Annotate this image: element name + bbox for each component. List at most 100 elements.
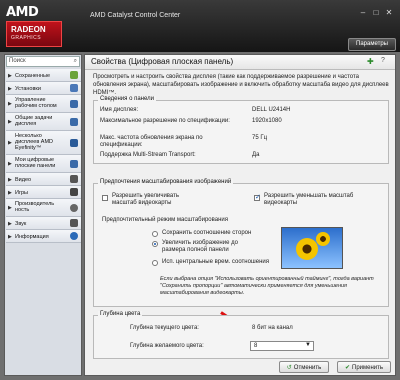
- radio-label: Сохранить соотношение сторон: [162, 230, 252, 236]
- info-value: 75 Гц: [252, 135, 268, 141]
- check-icon: ✔: [344, 365, 350, 371]
- expand-arrow-icon: ▶: [8, 161, 12, 167]
- expand-arrow-icon: ▶: [8, 73, 12, 79]
- scaling-group: Предпочтения масштабирования изображений…: [93, 179, 389, 307]
- title-bar: AMD RADEON GRAPHICS AMD Catalyst Control…: [0, 0, 400, 52]
- group-title: Глубина цвета: [98, 311, 143, 317]
- content-panel: Свойства (Цифровая плоская панель) ✚ ? П…: [84, 54, 396, 376]
- monitor-icon: [70, 160, 78, 168]
- full-panel-radio[interactable]: [152, 241, 158, 247]
- sidebar-item-label: Несколько дисплеев AMD Eyefinity™: [15, 133, 54, 151]
- sidebar-item-installs[interactable]: ▶ Установки: [6, 82, 81, 95]
- install-icon: [70, 84, 78, 92]
- scaling-note: Если выбрана опция "Использовать ориенти…: [160, 276, 374, 296]
- flower-shape: [296, 238, 318, 260]
- select-value: 8: [254, 343, 258, 349]
- sidebar-item-label: Управление рабочим столом: [15, 97, 57, 109]
- expand-arrow-icon: ▶: [8, 101, 12, 107]
- sidebar-item-games[interactable]: ▶ Игры: [6, 186, 81, 199]
- help-icon[interactable]: ?: [381, 57, 385, 64]
- eyefinity-icon: [70, 139, 78, 147]
- expand-arrow-icon: ▶: [8, 140, 12, 146]
- maintain-aspect-radio[interactable]: [152, 231, 158, 237]
- logo-brand: AMD: [6, 5, 39, 20]
- video-icon: [70, 175, 78, 183]
- sidebar-item-sound[interactable]: ▶ Звук: [6, 217, 81, 230]
- centered-timing-radio[interactable]: [152, 260, 158, 266]
- expand-arrow-icon: ▶: [8, 221, 12, 227]
- info-label: Макс. частота обновления экрана по специ…: [100, 135, 203, 148]
- info-value: 1920x1080: [252, 118, 282, 124]
- chevron-down-icon: ▼: [305, 342, 311, 348]
- sidebar-item-info[interactable]: ▶ Информация: [6, 230, 81, 243]
- panel-info-group: Сведения о панели Имя дисплея: DELL U241…: [93, 96, 389, 164]
- radio-label: Увеличить изображение до размера полной …: [162, 240, 238, 253]
- sidebar-item-label: Информация: [15, 234, 49, 240]
- radio-label: Исп. центральные врем. соотношения: [162, 259, 269, 265]
- parameters-button[interactable]: Параметры: [348, 38, 396, 51]
- maximize-button[interactable]: □: [371, 8, 381, 18]
- flower-shape: [316, 232, 330, 246]
- sidebar-item-desktop[interactable]: ▶ Управление рабочим столом: [6, 95, 81, 113]
- scaling-preview-image: [281, 227, 343, 269]
- apply-button[interactable]: ✔ Применить: [337, 361, 391, 373]
- logo-product: RADEON: [11, 25, 46, 34]
- current-depth-value: 8 бит на канал: [252, 325, 293, 331]
- reduce-scaling-checkbox[interactable]: [254, 193, 261, 201]
- sidebar-item-label: Мои цифровые плоские панели: [15, 157, 56, 169]
- close-button[interactable]: ✕: [384, 8, 394, 18]
- sidebar-item-label: Звук: [15, 221, 27, 227]
- sidebar-item-label: Видео: [15, 177, 32, 183]
- sidebar-item-saved[interactable]: ▶ Сохраненные: [6, 69, 81, 82]
- sidebar: Поиск ⌕ ▶ Сохраненные ▶ Установки ▶ Упра…: [4, 54, 82, 376]
- checkbox-label: Разрешить уменьшать масштаб видеокарты: [264, 193, 354, 206]
- color-depth-select[interactable]: 8 ▼: [250, 341, 314, 351]
- info-label: Поддержка Multi-Stream Transport:: [100, 152, 196, 158]
- gamepad-icon: [70, 188, 78, 196]
- enlarge-scaling-checkbox[interactable]: [102, 195, 108, 201]
- current-depth-label: Глубина текущего цвета:: [130, 325, 199, 331]
- discard-label: Отменить: [293, 365, 322, 371]
- speaker-icon: [70, 219, 78, 227]
- sidebar-item-performance[interactable]: ▶ Производитель ность: [6, 199, 81, 217]
- discard-button[interactable]: ↺ Отменить: [279, 361, 329, 373]
- gauge-icon: [70, 204, 78, 212]
- sidebar-item-flat-panels[interactable]: ▶ Мои цифровые плоские панели: [6, 155, 81, 173]
- content-header: Свойства (Цифровая плоская панель) ✚ ?: [85, 55, 395, 70]
- amd-logo: AMD RADEON GRAPHICS: [6, 5, 66, 47]
- logo-sub: GRAPHICS: [11, 35, 42, 41]
- expand-arrow-icon: ▶: [8, 190, 12, 196]
- minimize-button[interactable]: –: [358, 8, 368, 18]
- sidebar-item-eyefinity[interactable]: ▶ Несколько дисплеев AMD Eyefinity™: [6, 131, 81, 155]
- display-icon: [70, 118, 78, 126]
- color-depth-group: Глубина цвета Глубина текущего цвета: 8 …: [93, 311, 389, 359]
- star-icon: [70, 71, 78, 79]
- info-label: Максимальное разрешение по спецификации:: [100, 118, 230, 124]
- sidebar-item-video[interactable]: ▶ Видео: [6, 173, 81, 186]
- sidebar-item-label: Установки: [15, 86, 41, 92]
- mode-title: Предпочтительный режим масштабирования: [102, 217, 229, 223]
- checkbox-label: Разрешить увеличивать масштаб видеокарты: [112, 193, 179, 206]
- radeon-badge: RADEON GRAPHICS: [6, 21, 62, 47]
- expand-arrow-icon: ▶: [8, 234, 12, 240]
- desired-depth-label: Глубина желаемого цвета:: [130, 343, 204, 349]
- expand-arrow-icon: ▶: [8, 177, 12, 183]
- sidebar-item-display-tasks[interactable]: ▶ Общие задачи дисплея: [6, 113, 81, 131]
- search-icon[interactable]: ⌕: [74, 58, 77, 65]
- info-label: Имя дисплея:: [100, 107, 139, 113]
- search-input[interactable]: Поиск ⌕: [6, 56, 80, 67]
- expand-arrow-icon: ▶: [8, 119, 12, 125]
- info-value: DELL U2414H: [252, 107, 291, 113]
- apply-label: Применить: [352, 365, 384, 371]
- sidebar-item-label: Сохраненные: [15, 73, 51, 79]
- favorite-icon[interactable]: ✚: [367, 57, 374, 66]
- group-title: Предпочтения масштабирования изображений: [98, 179, 234, 185]
- desktop-icon: [70, 100, 78, 108]
- page-title: Свойства (Цифровая плоская панель): [91, 57, 234, 66]
- page-description: Просмотреть и настроить свойства дисплея…: [93, 74, 389, 96]
- expand-arrow-icon: ▶: [8, 205, 12, 211]
- undo-icon: ↺: [286, 365, 292, 371]
- info-value: Да: [252, 152, 260, 158]
- expand-arrow-icon: ▶: [8, 86, 12, 92]
- app-title: AMD Catalyst Control Center: [90, 12, 181, 19]
